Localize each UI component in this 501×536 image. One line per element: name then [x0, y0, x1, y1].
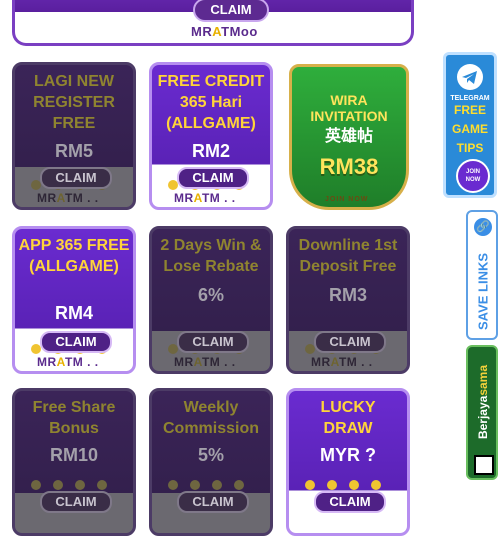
promo-amount: MYR ? — [320, 445, 376, 465]
promo-card-lucky-draw[interactable]: LUCKY DRAW MYR ? CLAIM — [286, 388, 410, 536]
qr-code-icon — [474, 455, 494, 475]
wira-invitation-badge[interactable]: WIRA INVITATION 英雄帖 RM38 JOIN NOW — [289, 64, 409, 210]
promo-title: Weekly Commission — [162, 399, 259, 437]
promo-card-free-share-bonus[interactable]: Free Share Bonus RM10 CLAIM — [12, 388, 136, 536]
free-game-tips-text: FREE GAME TIPS — [452, 103, 488, 155]
brand-logo: MRATM . . — [311, 355, 373, 369]
wira-amount: RM38 — [319, 154, 379, 179]
promo-title: FREE CREDIT 365 Hari (ALLGAME) — [157, 73, 265, 132]
promo-amount: RM10 — [49, 445, 98, 465]
claim-button[interactable]: CLAIM — [314, 491, 386, 513]
claim-button[interactable]: CLAIM — [40, 331, 112, 353]
promo-title: LAGI NEW REGISTER FREE — [33, 73, 115, 132]
claim-button[interactable]: CLAIM — [40, 491, 112, 513]
save-links-label: SAVE LINKS — [475, 252, 491, 331]
promo-amount: RM3 — [328, 285, 367, 305]
telegram-icon — [457, 64, 483, 90]
promo-title: Downline 1st Deposit Free — [298, 237, 398, 275]
top-brand-logo: MRATMoo — [191, 24, 258, 39]
claim-button[interactable]: CLAIM — [177, 491, 249, 513]
promo-card-lagi-new-register[interactable]: LAGI NEW REGISTER FREE RM5 CLAIM MRATM .… — [12, 62, 136, 210]
promo-card-downline-deposit[interactable]: Downline 1st Deposit Free RM3 CLAIM MRAT… — [286, 226, 410, 374]
brand-logo: MRATM . . — [37, 191, 99, 205]
berjaya-sama-label: Berjayasama — [476, 364, 490, 440]
save-links-button[interactable]: 🔗 SAVE LINKS — [466, 210, 498, 340]
promo-amount: 5% — [197, 445, 224, 465]
promo-amount: RM2 — [191, 141, 230, 161]
promo-card-2-days-rebate[interactable]: 2 Days Win & Lose Rebate 6% CLAIM MRATM … — [149, 226, 273, 374]
claim-button[interactable]: CLAIM — [314, 331, 386, 353]
brand-logo: MRATM . . — [174, 191, 236, 205]
promo-card-app-365[interactable]: APP 365 FREE (ALLGAME) RM4 CLAIM MRATM .… — [12, 226, 136, 374]
claim-button[interactable]: CLAIM — [40, 167, 112, 189]
top-promo-card[interactable]: CLAIM MRATMoo — [12, 0, 414, 46]
wira-title: WIRA INVITATION — [310, 92, 388, 124]
claim-button[interactable]: CLAIM — [177, 167, 249, 189]
promo-title: APP 365 FREE (ALLGAME) — [18, 237, 130, 275]
promo-amount: 6% — [197, 285, 224, 305]
promo-title: Free Share Bonus — [32, 399, 116, 437]
berjaya-sama-banner[interactable]: Berjayasama — [466, 345, 498, 480]
promo-title: 2 Days Win & Lose Rebate — [160, 237, 262, 275]
telegram-tips-banner[interactable]: TELEGRAM FREE GAME TIPS JOIN NOW — [443, 52, 497, 198]
promo-amount: RM5 — [54, 141, 93, 161]
promo-amount: RM4 — [54, 303, 93, 323]
link-icon: 🔗 — [474, 218, 492, 236]
telegram-join-now-button[interactable]: JOIN NOW — [456, 159, 490, 193]
promo-title: LUCKY DRAW — [320, 399, 376, 437]
wira-join-now[interactable]: JOIN NOW — [325, 196, 368, 203]
wira-chinese-title: 英雄帖 — [324, 128, 373, 145]
promo-card-free-credit-365[interactable]: FREE CREDIT 365 Hari (ALLGAME) RM2 CLAIM… — [149, 62, 273, 210]
brand-logo: MRATM . . — [37, 355, 99, 369]
brand-logo: MRATM . . — [174, 355, 236, 369]
promo-card-weekly-commission[interactable]: Weekly Commission 5% CLAIM — [149, 388, 273, 536]
claim-button[interactable]: CLAIM — [177, 331, 249, 353]
top-claim-button[interactable]: CLAIM — [193, 0, 269, 22]
